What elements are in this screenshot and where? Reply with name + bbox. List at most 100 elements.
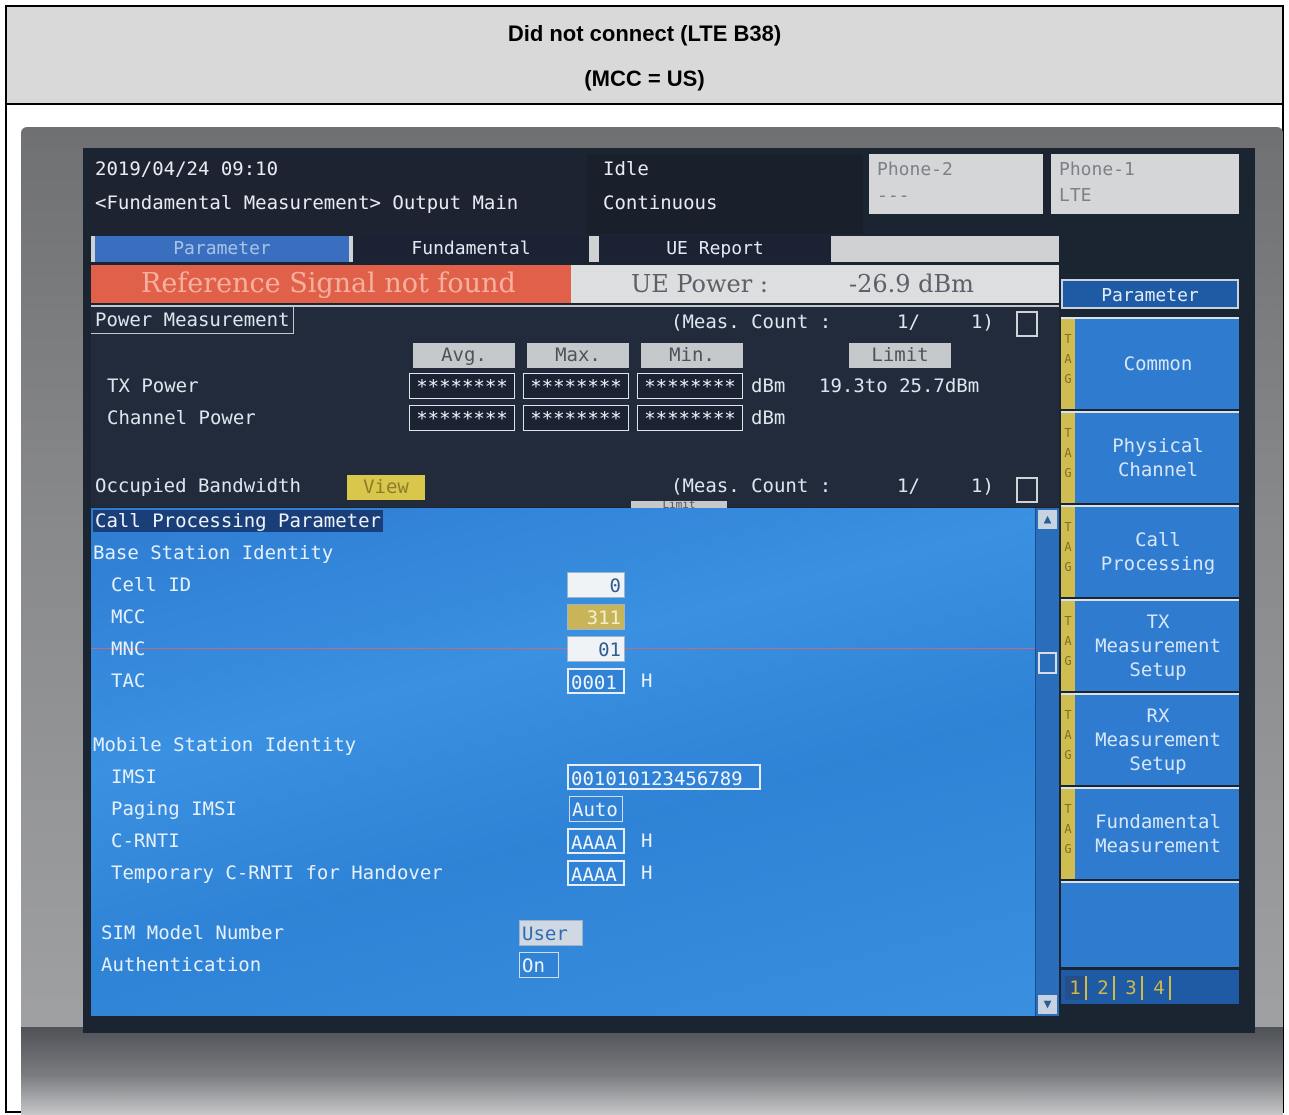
crnti-label: C-RNTI xyxy=(111,830,180,852)
tx-power-min: ******** xyxy=(637,373,743,399)
side-button-call-processing[interactable]: TAG Call Processing xyxy=(1061,505,1239,597)
call-processing-panel: Call Processing Parameter Base Station I… xyxy=(91,508,1035,1016)
tag-icon: TAG xyxy=(1061,413,1075,503)
side-button-call-processing-label: Call Processing xyxy=(1100,529,1216,575)
tx-power-avg: ******** xyxy=(409,373,515,399)
phone1-value: LTE xyxy=(1059,185,1092,206)
temp-crnti-unit: H xyxy=(641,862,653,884)
side-button-tx-measurement-setup[interactable]: TAG TX Measurement Setup xyxy=(1061,599,1239,691)
scroll-thumb[interactable] xyxy=(1038,652,1057,674)
header-state: Idle Continuous xyxy=(587,154,863,234)
channel-power-label: Channel Power xyxy=(107,407,256,429)
col-min-button[interactable]: Min. xyxy=(641,343,743,368)
pm-checkbox[interactable] xyxy=(1016,311,1038,337)
side-menu: Parameter TAG Common TAG Physical Channel… xyxy=(1061,265,1255,1017)
figure-caption: Did not connect (LTE B38) (MCC = US) xyxy=(7,7,1282,105)
side-button-fundamental-measurement-label: Fundamental Measurement xyxy=(1095,811,1221,857)
tag-icon: TAG xyxy=(1061,789,1075,879)
mcc-label: MCC xyxy=(111,606,146,628)
pm-meas-count-label: (Meas. Count : xyxy=(671,311,832,333)
side-button-rx-measurement-setup-label: RX Measurement Setup xyxy=(1095,705,1221,775)
call-processing-title: Call Processing Parameter xyxy=(93,510,383,532)
sim-model-label: SIM Model Number xyxy=(101,922,285,944)
page-2-button[interactable]: 2 xyxy=(1093,976,1115,1000)
tag-icon: TAG xyxy=(1061,507,1075,597)
obw-checkbox[interactable] xyxy=(1016,477,1038,503)
pm-meas-count-value: 1/ xyxy=(897,311,920,333)
authentication-field[interactable]: On xyxy=(519,952,559,978)
side-button-tx-measurement-setup-label: TX Measurement Setup xyxy=(1095,611,1221,681)
power-measurement-panel: Power Measurement (Meas. Count : 1/ 1) A… xyxy=(91,305,1059,511)
imsi-label: IMSI xyxy=(111,766,157,788)
ue-power-value: -26.9 dBm xyxy=(849,270,974,298)
tab-parameter[interactable]: Parameter xyxy=(95,236,349,262)
monitor-bezel: 2019/04/24 09:10 <Fundamental Measuremen… xyxy=(21,127,1283,1115)
header-datetime: 2019/04/24 09:10 xyxy=(95,158,279,180)
tab-bar: Parameter Fundamental UE Report xyxy=(91,236,1059,262)
col-max-button[interactable]: Max. xyxy=(527,343,629,368)
paging-imsi-field[interactable]: Auto xyxy=(569,796,623,822)
obw-meas-count-total: 1) xyxy=(971,475,994,497)
page-1-button[interactable]: 1 xyxy=(1065,976,1087,1000)
phone1-label: Phone-1 xyxy=(1059,159,1135,180)
ue-power-label: UE Power : xyxy=(631,270,768,298)
channel-power-avg: ******** xyxy=(409,405,515,431)
sim-model-field[interactable]: User xyxy=(519,920,583,946)
reference-signal-alert: Reference Signal not found xyxy=(91,265,571,303)
side-button-physical-channel[interactable]: TAG Physical Channel xyxy=(1061,411,1239,503)
side-button-physical-channel-label: Physical Channel xyxy=(1112,435,1204,481)
red-divider xyxy=(91,648,1035,649)
page-4-button[interactable]: 4 xyxy=(1149,976,1171,1000)
base-station-title: Base Station Identity xyxy=(93,542,334,564)
scroll-up-icon[interactable]: ▲ xyxy=(1038,510,1057,529)
tab-fundamental[interactable]: Fundamental xyxy=(353,236,589,262)
crnti-unit: H xyxy=(641,830,653,852)
imsi-field[interactable]: 001010123456789 xyxy=(567,764,761,790)
phone2-panel[interactable]: Phone-2 --- xyxy=(869,154,1043,214)
occupied-bandwidth-title: Occupied Bandwidth xyxy=(95,475,301,497)
occupied-bandwidth-view-button[interactable]: View xyxy=(347,475,425,500)
caption-line-1: Did not connect (LTE B38) xyxy=(507,21,782,46)
crnti-field[interactable]: AAAA xyxy=(567,828,625,854)
tac-field[interactable]: 0001 xyxy=(567,668,625,694)
call-processing-scrollbar[interactable]: ▲ ▼ xyxy=(1035,508,1059,1016)
cell-id-field[interactable]: 0 xyxy=(567,572,625,598)
power-measurement-title: Power Measurement xyxy=(91,307,295,334)
ue-power-readout: UE Power : -26.9 dBm xyxy=(571,265,1059,303)
page-3-button[interactable]: 3 xyxy=(1121,976,1143,1000)
side-button-rx-measurement-setup[interactable]: TAG RX Measurement Setup xyxy=(1061,693,1239,785)
phone1-panel[interactable]: Phone-1 LTE xyxy=(1051,154,1239,214)
phone2-label: Phone-2 xyxy=(877,159,953,180)
obw-meas-count-label: (Meas. Count : xyxy=(671,475,832,497)
mnc-field[interactable]: 01 xyxy=(567,636,625,662)
scroll-down-icon[interactable]: ▼ xyxy=(1038,995,1057,1014)
side-button-common[interactable]: TAG Common xyxy=(1061,317,1239,409)
tx-power-label: TX Power xyxy=(107,375,199,397)
paging-imsi-label: Paging IMSI xyxy=(111,798,237,820)
header-state-idle: Idle xyxy=(603,158,649,180)
temp-crnti-field[interactable]: AAAA xyxy=(567,860,625,886)
monitor-bezel-bottom xyxy=(21,1027,1283,1115)
tag-icon: TAG xyxy=(1061,601,1075,691)
header-info: 2019/04/24 09:10 <Fundamental Measuremen… xyxy=(91,154,587,234)
side-button-empty[interactable] xyxy=(1061,881,1239,967)
channel-power-unit: dBm xyxy=(751,407,786,429)
mobile-station-title: Mobile Station Identity xyxy=(93,734,357,756)
header-screen-title: <Fundamental Measurement> Output Main xyxy=(95,192,519,214)
tag-icon: TAG xyxy=(1061,319,1075,409)
mnc-label: MNC xyxy=(111,638,146,660)
mcc-field[interactable]: 311 xyxy=(567,604,625,630)
phone2-value: --- xyxy=(877,185,910,206)
pm-meas-count-total: 1) xyxy=(971,311,994,333)
obw-meas-count-value: 1/ xyxy=(897,475,920,497)
caption-line-2: (MCC = US) xyxy=(584,66,705,91)
col-limit-button[interactable]: Limit xyxy=(849,343,951,368)
tx-power-unit: dBm xyxy=(751,375,786,397)
tab-ue-report[interactable]: UE Report xyxy=(599,236,831,262)
col-avg-button[interactable]: Avg. xyxy=(413,343,515,368)
tag-icon: TAG xyxy=(1061,695,1075,785)
tx-power-limit: 19.3to 25.7dBm xyxy=(819,375,980,397)
figure-frame: Did not connect (LTE B38) (MCC = US) 201… xyxy=(5,5,1284,1115)
side-button-common-label: Common xyxy=(1123,353,1193,375)
side-button-fundamental-measurement[interactable]: TAG Fundamental Measurement xyxy=(1061,787,1239,879)
